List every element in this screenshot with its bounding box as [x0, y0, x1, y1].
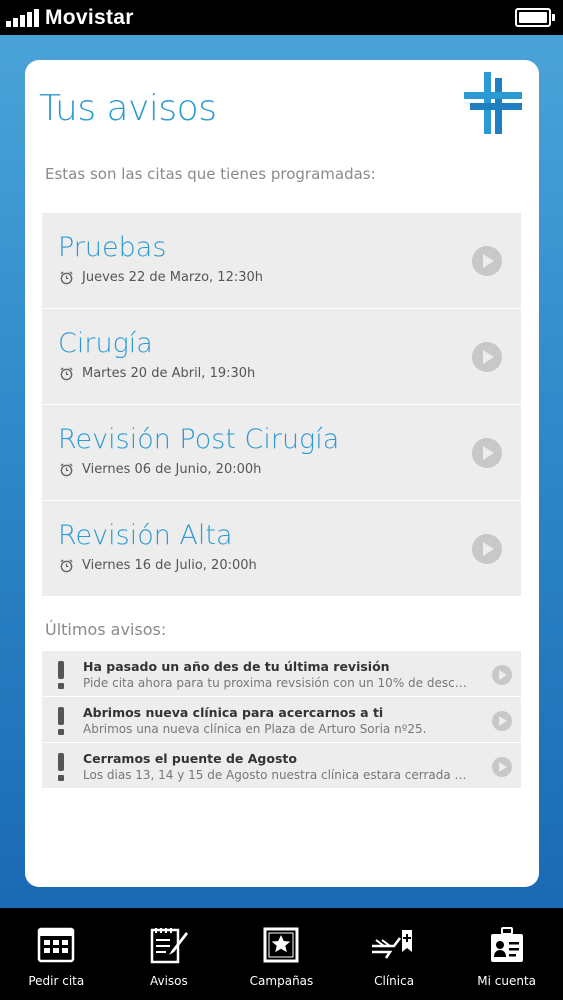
play-arrow-icon[interactable] — [472, 438, 502, 468]
alarm-clock-icon — [60, 559, 73, 573]
carrier-name: Movistar — [45, 5, 134, 29]
exclamation-icon — [57, 661, 65, 689]
appointment-datetime: Viernes 06 de Junio, 20:00h — [82, 462, 262, 477]
clinic-icon — [372, 930, 413, 959]
notice-body: Pide cita ahora para tu proxima revsisió… — [83, 676, 468, 690]
alarm-clock-icon — [60, 367, 73, 381]
status-bar: Movistar — [0, 0, 563, 35]
appointment-time: Martes 20 de Abril, 19:30h — [59, 366, 255, 381]
appointment-item[interactable]: Revisión Alta Viernes 16 de Julio, 20:00… — [42, 501, 521, 597]
appointment-datetime: Viernes 16 de Julio, 20:00h — [82, 558, 257, 573]
page-title: Tus avisos — [39, 88, 217, 129]
tab-label: Clínica — [374, 974, 415, 988]
battery-icon — [515, 8, 555, 27]
notice-title: Ha pasado un año des de tu última revisi… — [83, 659, 390, 674]
appointment-item[interactable]: Pruebas Jueves 22 de Marzo, 12:30h — [42, 213, 521, 309]
id-card-icon — [490, 927, 523, 962]
notice-item[interactable]: Cerramos el puente de Agosto Los dias 13… — [42, 743, 521, 789]
play-arrow-icon[interactable] — [492, 665, 512, 685]
latest-notices-title: Últimos avisos: — [45, 620, 167, 639]
tab-mi-cuenta[interactable]: Mi cuenta — [450, 908, 563, 1000]
calendar-icon — [38, 927, 75, 963]
appointment-item[interactable]: Revisión Post Cirugía Viernes 06 de Juni… — [42, 405, 521, 501]
tab-campanas[interactable]: Campañas — [225, 908, 338, 1000]
tab-label: Mi cuenta — [477, 974, 537, 988]
tab-avisos[interactable]: Avisos — [113, 908, 226, 1000]
clinic-cross-logo-icon — [464, 72, 522, 134]
tab-label: Campañas — [249, 974, 314, 988]
appointment-title: Revisión Alta — [58, 520, 233, 551]
appointment-time: Jueves 22 de Marzo, 12:30h — [59, 270, 263, 285]
play-arrow-icon[interactable] — [492, 757, 512, 777]
notice-item[interactable]: Ha pasado un año des de tu última revisi… — [42, 651, 521, 697]
appointment-item[interactable]: Cirugía Martes 20 de Abril, 19:30h — [42, 309, 521, 405]
appointment-datetime: Jueves 22 de Marzo, 12:30h — [82, 270, 263, 285]
appointment-title: Revisión Post Cirugía — [58, 424, 340, 455]
bottom-tab-bar: Pedir cita Avisos Campañas Clínica Mi cu… — [0, 908, 563, 1000]
play-arrow-icon[interactable] — [492, 711, 512, 731]
signal-icon — [6, 8, 39, 27]
star-frame-icon — [263, 927, 299, 963]
play-arrow-icon[interactable] — [472, 534, 502, 564]
appointment-datetime: Martes 20 de Abril, 19:30h — [82, 366, 256, 381]
tab-label: Pedir cita — [28, 974, 85, 988]
notice-body: Los dias 13, 14 y 15 de Agosto nuestra c… — [83, 768, 468, 782]
play-arrow-icon[interactable] — [472, 342, 502, 372]
appointment-time: Viernes 06 de Junio, 20:00h — [59, 462, 261, 477]
exclamation-icon — [57, 753, 65, 781]
tab-clinica[interactable]: Clínica — [338, 908, 451, 1000]
appointments-list: Pruebas Jueves 22 de Marzo, 12:30h Cirug… — [42, 213, 521, 597]
notice-title: Cerramos el puente de Agosto — [83, 751, 297, 766]
tab-pedir-cita[interactable]: Pedir cita — [0, 908, 113, 1000]
notice-item[interactable]: Abrimos nueva clínica para acercarnos a … — [42, 697, 521, 743]
notices-card: Tus avisos Estas son las citas que tiene… — [25, 60, 539, 887]
alarm-clock-icon — [60, 271, 73, 285]
tab-label: Avisos — [149, 974, 188, 988]
notice-body: Abrimos una nueva clínica en Plaza de Ar… — [83, 722, 427, 736]
exclamation-icon — [57, 707, 65, 735]
play-arrow-icon[interactable] — [472, 246, 502, 276]
alarm-clock-icon — [60, 463, 73, 477]
notepad-icon — [150, 928, 188, 964]
appointments-subtitle: Estas son las citas que tienes programad… — [45, 165, 376, 183]
appointment-time: Viernes 16 de Julio, 20:00h — [59, 558, 257, 573]
notices-list: Ha pasado un año des de tu última revisi… — [42, 651, 521, 789]
appointment-title: Pruebas — [58, 232, 167, 263]
appointment-title: Cirugía — [58, 328, 153, 359]
notice-title: Abrimos nueva clínica para acercarnos a … — [83, 705, 384, 720]
